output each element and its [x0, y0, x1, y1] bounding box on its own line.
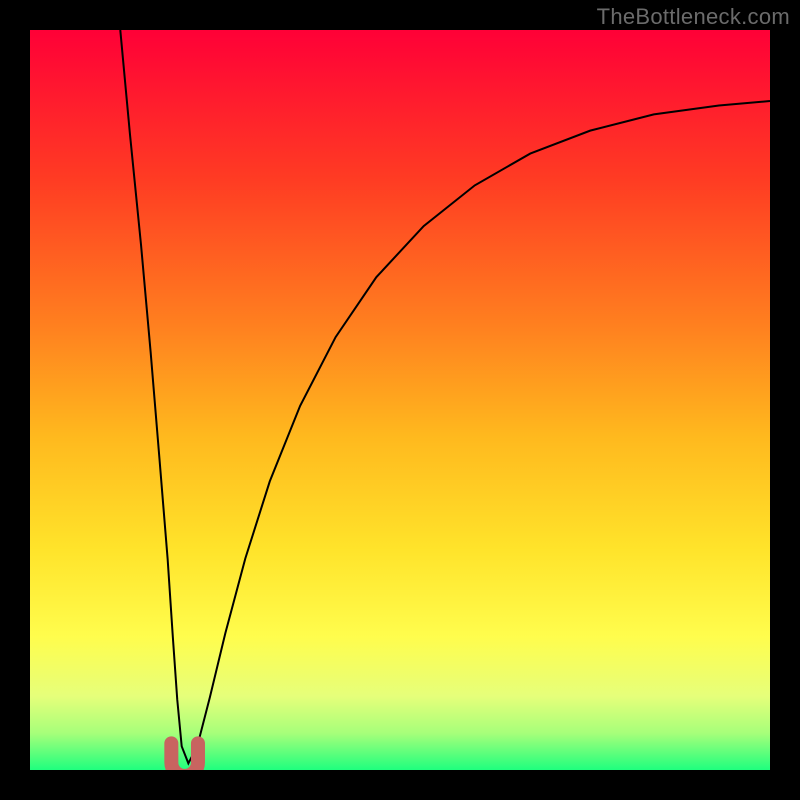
frame	[0, 770, 800, 800]
frame	[770, 0, 800, 800]
bottleneck-chart	[0, 0, 800, 800]
plot-background	[30, 30, 770, 770]
watermark-text: TheBottleneck.com	[597, 4, 790, 30]
chart-stage: TheBottleneck.com	[0, 0, 800, 800]
frame	[0, 0, 30, 800]
